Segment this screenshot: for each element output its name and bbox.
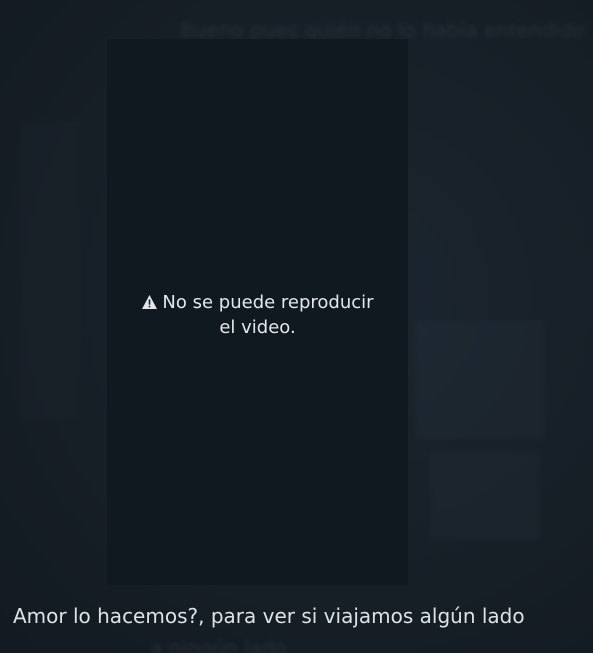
error-line-1-wrapper: No se puede reproducir (107, 290, 408, 315)
warning-icon (142, 295, 158, 309)
playback-error-message: No se puede reproducir el video. (107, 290, 408, 340)
error-text-line-2: el video. (219, 317, 296, 338)
background-caption-bottom: a ningún lado. (150, 636, 293, 653)
background-shape (430, 450, 540, 540)
background-shape (20, 120, 80, 420)
video-player[interactable]: No se puede reproducir el video. (107, 39, 408, 585)
background-shape (415, 320, 545, 440)
video-viewer: Bueno pues quién no lo había entendido a… (0, 0, 593, 653)
error-text-line-1: No se puede reproducir (162, 292, 374, 313)
post-caption: Amor lo hacemos?, para ver si viajamos a… (13, 604, 525, 628)
